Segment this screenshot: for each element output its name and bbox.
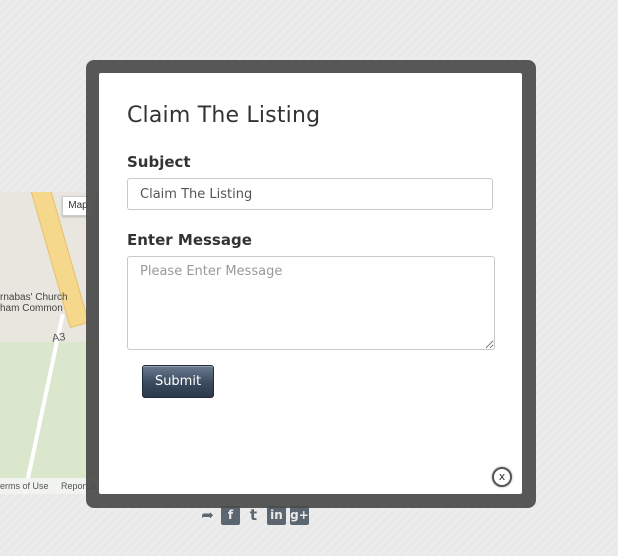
claim-listing-modal: Claim The Listing Subject Enter Message … [99,73,522,494]
google-plus-icon[interactable]: g+ [290,505,309,525]
close-icon[interactable]: x [492,467,512,487]
submit-button[interactable]: Submit [142,365,214,398]
map-place-label-line1: rnabas' Church [0,292,68,303]
subject-label: Subject [127,153,191,171]
facebook-icon[interactable]: f [221,505,240,525]
map-panel[interactable]: Map rnabas' Church ham Common A3 erms of… [0,192,100,494]
map-place-label: rnabas' Church ham Common [0,292,68,314]
map-road-label: A3 [51,331,67,345]
linkedin-icon[interactable]: in [267,505,286,525]
message-label: Enter Message [127,231,252,249]
message-textarea[interactable] [127,256,495,350]
twitter-icon[interactable]: t [244,506,263,525]
map-terms-link[interactable]: erms of Use [0,481,49,491]
modal-title: Claim The Listing [127,103,321,128]
subject-input[interactable] [127,178,493,210]
map-place-label-line2: ham Common [0,303,63,314]
share-icon[interactable]: ➦ [198,506,217,525]
map-footer: erms of Use Report a [0,478,100,494]
